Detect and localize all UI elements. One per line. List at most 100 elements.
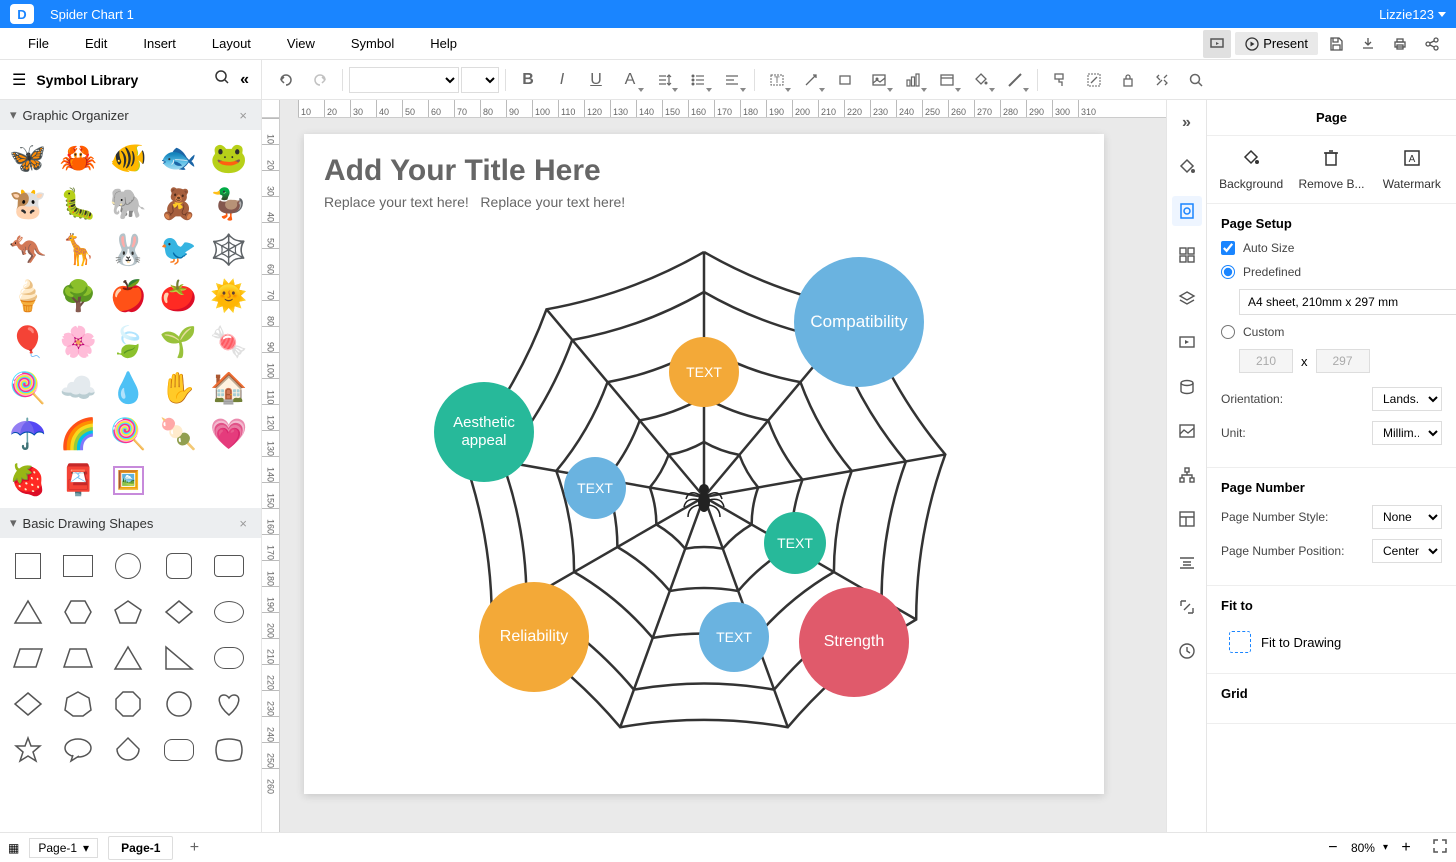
line-spacing-button[interactable] (648, 64, 680, 96)
shape-triangle2[interactable] (106, 636, 150, 680)
layout-icon[interactable] (1172, 504, 1202, 534)
predefined-radio[interactable] (1221, 265, 1235, 279)
lock-button[interactable] (1112, 64, 1144, 96)
shape-cushion[interactable] (207, 728, 251, 772)
select-button[interactable] (1078, 64, 1110, 96)
close-icon[interactable]: × (235, 108, 251, 123)
shape-diamond[interactable] (157, 590, 201, 634)
shape-roundrect-h[interactable] (207, 544, 251, 588)
clipart-kangaroo[interactable]: 🦘 (6, 228, 50, 272)
chevron-down-icon[interactable]: ▾ (1383, 842, 1388, 853)
zoom-in-button[interactable]: + (1396, 838, 1416, 858)
redo-button[interactable] (304, 64, 336, 96)
bubble-text1[interactable]: TEXT (669, 337, 739, 407)
clipart-fish2[interactable]: 🐟 (157, 136, 201, 180)
fit-to-drawing-button[interactable]: Fit to Drawing (1221, 623, 1442, 661)
fill-button[interactable] (965, 64, 997, 96)
menu-edit[interactable]: Edit (67, 30, 125, 57)
line-style-button[interactable] (999, 64, 1031, 96)
hierarchy-icon[interactable] (1172, 460, 1202, 490)
shape-octagon[interactable] (106, 682, 150, 726)
bubble-text2[interactable]: TEXT (564, 457, 626, 519)
clipart-bird[interactable]: 🐦 (157, 228, 201, 272)
clipart-cloud[interactable]: ☁️ (56, 366, 100, 410)
page-canvas[interactable]: Add Your Title Here Replace your text he… (304, 134, 1104, 794)
clipart-web[interactable]: 🕸️ (207, 228, 251, 272)
shape-diamond2[interactable] (6, 682, 50, 726)
slideshow-icon[interactable] (1172, 328, 1202, 358)
clipart-cow[interactable]: 🐮 (6, 182, 50, 226)
shape-button[interactable] (829, 64, 861, 96)
shape-heptagon[interactable] (56, 682, 100, 726)
category-basic-shapes[interactable]: ▾ Basic Drawing Shapes × (0, 508, 261, 538)
menu-layout[interactable]: Layout (194, 30, 269, 57)
present-button[interactable]: Present (1235, 32, 1318, 55)
clipart-duck[interactable]: 🦆 (207, 182, 251, 226)
tools-button[interactable] (1146, 64, 1178, 96)
shape-pentagon[interactable] (106, 590, 150, 634)
app-logo-icon[interactable]: D (10, 4, 34, 24)
background-action[interactable]: Background (1211, 148, 1291, 191)
shape-parallelogram[interactable] (6, 636, 50, 680)
clipart-house[interactable]: 🏠 (207, 366, 251, 410)
find-button[interactable] (1180, 64, 1212, 96)
spider-diagram[interactable]: Compatibility TEXT Aesthetic appeal TEXT… (444, 237, 964, 757)
shape-right-triangle[interactable] (157, 636, 201, 680)
custom-radio[interactable] (1221, 325, 1235, 339)
container-button[interactable] (931, 64, 963, 96)
page-tab[interactable]: Page-1 (108, 836, 173, 860)
italic-button[interactable]: I (546, 64, 578, 96)
auto-size-checkbox[interactable] (1221, 241, 1235, 255)
add-page-button[interactable]: + (183, 837, 205, 859)
width-input[interactable] (1239, 349, 1293, 373)
clipart-balloon[interactable]: 🎈 (6, 320, 50, 364)
pn-pos-select[interactable]: Center (1372, 539, 1442, 563)
clipart-caterpillar[interactable]: 🐛 (56, 182, 100, 226)
shape-decagon[interactable] (157, 682, 201, 726)
preset-select[interactable] (1239, 289, 1456, 315)
align-icon[interactable] (1172, 548, 1202, 578)
font-size-select[interactable] (461, 67, 499, 93)
underline-button[interactable]: U (580, 64, 612, 96)
zoom-out-button[interactable]: − (1323, 838, 1343, 858)
save-icon[interactable] (1322, 30, 1350, 58)
height-input[interactable] (1316, 349, 1370, 373)
menu-symbol[interactable]: Symbol (333, 30, 412, 57)
menu-view[interactable]: View (269, 30, 333, 57)
clipart-stamp[interactable]: 📮 (56, 458, 100, 502)
presentation-mode-icon[interactable] (1203, 30, 1231, 58)
grid-icon[interactable] (1172, 240, 1202, 270)
page-title[interactable]: Add Your Title Here (324, 154, 1084, 188)
clipart-leaf[interactable]: 🍃 (106, 320, 150, 364)
align-button[interactable] (716, 64, 748, 96)
font-color-button[interactable]: A (614, 64, 646, 96)
shape-roundrect[interactable] (157, 544, 201, 588)
category-graphic-organizer[interactable]: ▾ Graphic Organizer × (0, 100, 261, 130)
bubble-text4[interactable]: TEXT (699, 602, 769, 672)
shape-heart[interactable] (207, 682, 251, 726)
clipart-giraffe[interactable]: 🦒 (56, 228, 100, 272)
clipart-butterfly[interactable]: 🦋 (6, 136, 50, 180)
collapse-panel-icon[interactable]: « (240, 71, 249, 89)
menu-insert[interactable]: Insert (125, 30, 194, 57)
remove-bg-action[interactable]: Remove B... (1291, 148, 1371, 191)
clipart-photo[interactable]: 🖼️ (106, 458, 150, 502)
shape-circle[interactable] (106, 544, 150, 588)
text-box-button[interactable]: T (761, 64, 793, 96)
shape-hexagon[interactable] (56, 590, 100, 634)
clipart-flower[interactable]: 🌸 (56, 320, 100, 364)
page-layout-icon[interactable]: ▦ (8, 841, 19, 855)
clipart-tree[interactable]: 🌳 (56, 274, 100, 318)
clipart-elephant[interactable]: 🐘 (106, 182, 150, 226)
shape-speech[interactable] (56, 728, 100, 772)
page-selector[interactable]: Page-1 ▾ (29, 838, 98, 858)
expand-panel-icon[interactable]: » (1172, 108, 1202, 138)
clipart-crab[interactable]: 🦀 (56, 136, 100, 180)
share-icon[interactable] (1418, 30, 1446, 58)
watermark-action[interactable]: AWatermark (1372, 148, 1452, 191)
orientation-select[interactable]: Lands... (1372, 387, 1442, 411)
search-icon[interactable] (214, 69, 230, 90)
shape-roundrect2[interactable] (157, 728, 201, 772)
clipart-frog[interactable]: 🐸 (207, 136, 251, 180)
clipart-candy[interactable]: 🍬 (207, 320, 251, 364)
